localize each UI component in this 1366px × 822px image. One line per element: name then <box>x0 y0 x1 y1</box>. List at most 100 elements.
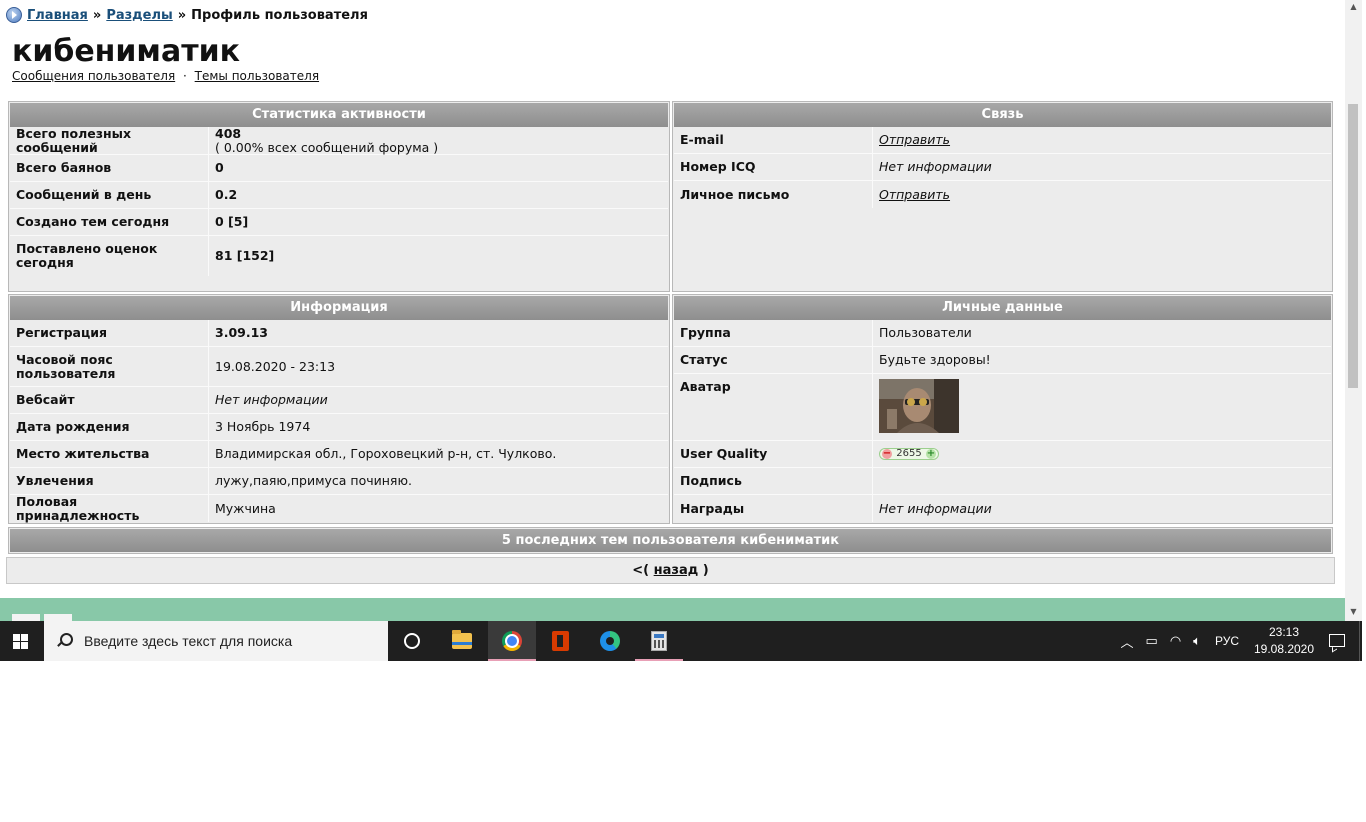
user-quality-value: 2655 <box>896 448 922 459</box>
info-label: Вебсайт <box>10 387 209 413</box>
info-row: Регистрация 3.09.13 <box>10 320 668 347</box>
windows-start-icon <box>13 634 28 649</box>
home-arrow-icon <box>6 7 22 23</box>
personal-value <box>873 374 1331 440</box>
stat-row: Всего полезных сообщений 408 ( 0.00% все… <box>10 126 668 155</box>
user-quality-rating: − 2655 + <box>879 448 939 460</box>
stat-value: 0 <box>215 160 224 175</box>
info-row: Место жительства Владимирская обл., Горо… <box>10 441 668 468</box>
personal-value <box>873 468 1331 494</box>
personal-label: Статус <box>674 347 873 373</box>
chevron-up-icon[interactable]: ︿ <box>1121 632 1134 651</box>
edge-button[interactable] <box>586 621 634 661</box>
battery-icon[interactable]: ▭ <box>1146 633 1158 649</box>
personal-value: Пользователи <box>879 325 972 340</box>
personal-row: User Quality − 2655 + <box>674 441 1331 468</box>
running-indicator <box>635 659 683 661</box>
stat-value: 408 ( 0.00% всех сообщений форума ) <box>209 126 668 154</box>
system-tray: ︿ ▭ ◠ 🔈︎ РУС 23:13 19.08.2020 <box>1115 621 1363 661</box>
personal-row: Группа Пользователи <box>674 320 1331 347</box>
info-label: Дата рождения <box>10 414 209 440</box>
info-value: 19.08.2020 - 23:13 <box>215 358 336 374</box>
clock[interactable]: 23:13 19.08.2020 <box>1253 624 1315 658</box>
info-row: Половая принадлежность Мужчина <box>10 494 668 522</box>
info-label: Место жительства <box>10 441 209 467</box>
info-value: Владимирская обл., Гороховецкий р-н, ст.… <box>215 446 557 461</box>
office-button[interactable] <box>537 621 585 661</box>
personal-row: Награды Нет информации <box>674 495 1331 522</box>
stat-value: 0 [5] <box>215 214 249 229</box>
user-messages-link[interactable]: Сообщения пользователя <box>12 69 175 83</box>
contact-value: Отправить <box>873 181 1331 208</box>
personal-label: Подпись <box>674 468 873 494</box>
scroll-thumb[interactable] <box>1348 104 1358 388</box>
send-pm-link[interactable]: Отправить <box>879 187 1325 202</box>
personal-value: Будьте здоровы! <box>879 352 991 367</box>
browser-page: Главная » Разделы » Профиль пользователя… <box>0 0 1345 621</box>
stat-value: 0.2 <box>215 187 238 202</box>
chrome-icon <box>502 631 522 651</box>
personal-label: Аватар <box>674 374 873 440</box>
panel-header: Личные данные <box>674 296 1331 320</box>
calculator-icon <box>651 631 667 651</box>
taskbar-search-input[interactable]: Введите здесь текст для поиска <box>44 621 388 661</box>
info-label: Половая принадлежность <box>10 494 209 522</box>
link-separator: · <box>183 69 187 83</box>
stat-value: 81 [152] <box>215 248 275 263</box>
chrome-button[interactable] <box>488 621 536 661</box>
personal-label: Награды <box>674 495 873 522</box>
scroll-up-arrow-icon[interactable]: ▲ <box>1345 2 1362 12</box>
task-view-button[interactable] <box>388 621 436 661</box>
taskbar: Введите здесь текст для поиска ︿ ▭ ◠ 🔈︎ … <box>0 621 1362 661</box>
file-explorer-button[interactable] <box>438 621 486 661</box>
personal-data-panel: Личные данные Группа Пользователи Статус… <box>672 294 1333 524</box>
active-indicator <box>488 659 536 661</box>
back-link[interactable]: назад <box>654 563 699 578</box>
activity-stats-panel: Статистика активности Всего полезных соо… <box>8 101 670 292</box>
stat-row: Сообщений в день 0.2 <box>10 182 668 209</box>
page-title: кибениматик <box>12 34 240 69</box>
back-open: <( <box>632 563 650 578</box>
info-label: Регистрация <box>10 320 209 346</box>
contact-row: E-mail Отправить <box>674 127 1331 154</box>
start-button[interactable] <box>0 621 44 661</box>
calculator-button[interactable] <box>635 621 683 661</box>
page-scrollbar[interactable]: ▲ ▼ <box>1345 0 1362 621</box>
personal-label: Группа <box>674 320 873 346</box>
search-icon <box>56 633 73 649</box>
info-row: Вебсайт Нет информации <box>10 387 668 414</box>
breadcrumb-home-link[interactable]: Главная <box>27 8 88 23</box>
contact-label: E-mail <box>674 127 873 153</box>
stat-label: Всего полезных сообщений <box>10 126 209 154</box>
language-indicator[interactable]: РУС <box>1215 634 1239 648</box>
personal-row: Подпись <box>674 468 1331 495</box>
breadcrumb-separator: » <box>177 7 187 23</box>
notifications-icon[interactable] <box>1321 621 1351 661</box>
breadcrumb-current: Профиль пользователя <box>191 7 368 23</box>
volume-icon[interactable]: 🔈︎ <box>1193 633 1201 649</box>
send-email-link[interactable]: Отправить <box>879 133 1325 147</box>
info-value: Мужчина <box>215 500 276 516</box>
personal-label: User Quality <box>674 441 873 467</box>
user-topics-link[interactable]: Темы пользователя <box>195 69 319 83</box>
show-desktop-button[interactable] <box>1359 621 1362 661</box>
info-value: 3.09.13 <box>215 325 268 340</box>
info-row: Часовой пояс пользователя 19.08.2020 - 2… <box>10 347 668 387</box>
breadcrumb-sections-link[interactable]: Разделы <box>106 8 172 23</box>
info-label: Увлечения <box>10 468 209 494</box>
info-row: Дата рождения 3 Ноябрь 1974 <box>10 414 668 441</box>
panel-header: Статистика активности <box>10 103 668 127</box>
scroll-down-arrow-icon[interactable]: ▼ <box>1345 607 1362 617</box>
wifi-icon[interactable]: ◠ <box>1170 633 1181 649</box>
info-panel: Информация Регистрация 3.09.13 Часовой п… <box>8 294 670 524</box>
info-value: 3 Ноябрь 1974 <box>215 419 311 434</box>
task-view-icon <box>404 633 420 649</box>
stat-label: Создано тем сегодня <box>10 209 209 235</box>
rating-minus-button[interactable]: − <box>882 449 892 459</box>
back-bar: <( назад ) <box>6 557 1335 584</box>
stat-label: Всего баянов <box>10 155 209 181</box>
contact-panel: Связь E-mail Отправить Номер ICQ Нет инф… <box>672 101 1333 292</box>
rating-plus-button[interactable]: + <box>925 449 936 459</box>
edge-icon <box>600 631 620 651</box>
footer-band <box>0 598 1345 621</box>
